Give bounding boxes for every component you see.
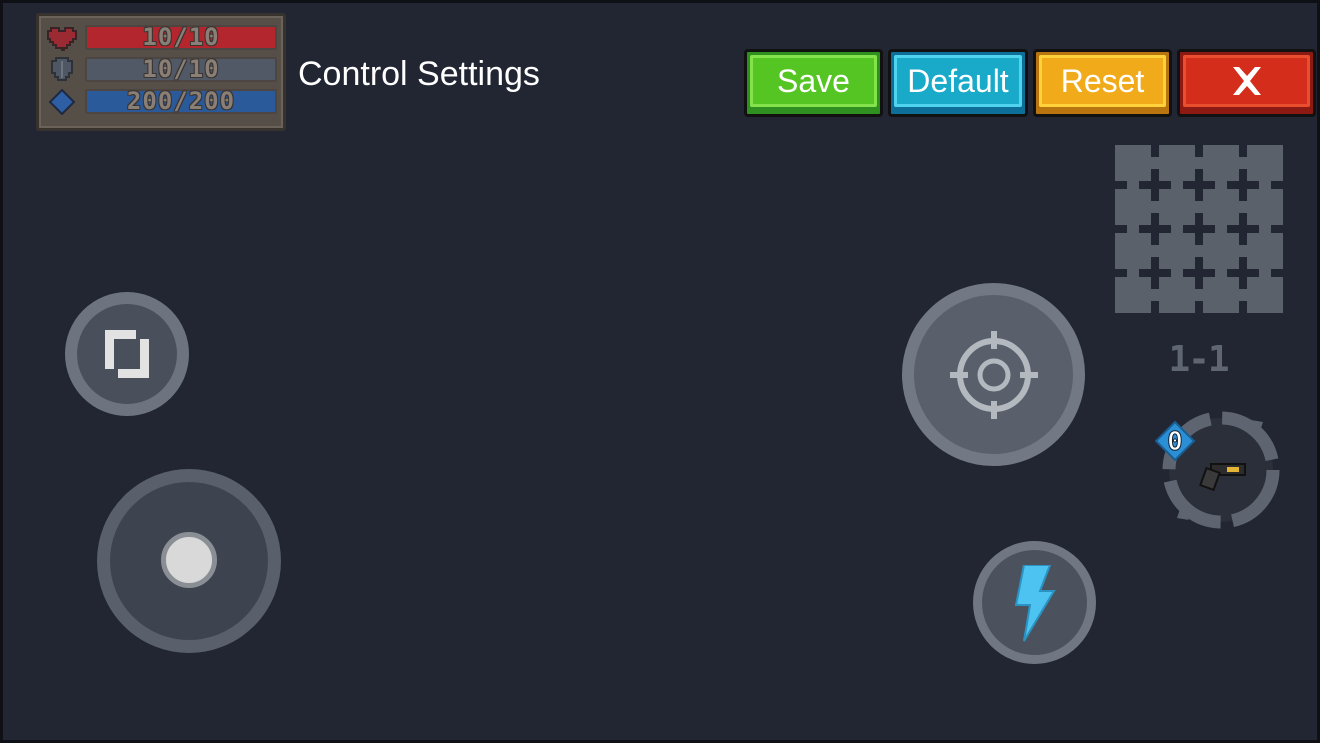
swap-button[interactable]	[65, 292, 189, 416]
armor-bar: 10/10	[85, 57, 277, 82]
skill-button[interactable]	[973, 541, 1096, 664]
minimap[interactable]	[1107, 139, 1291, 323]
health-text: 10/10	[142, 23, 220, 51]
minimap-room	[1247, 145, 1283, 181]
control-settings-screen: 10/10 10/10 200/200 Control Settings Sav…	[0, 0, 1320, 743]
save-button-label: Save	[750, 55, 877, 107]
minimap-corridor	[1239, 289, 1247, 301]
minimap-corridor	[1215, 181, 1227, 189]
close-x-glyph	[1232, 67, 1261, 95]
swap-icon	[105, 330, 149, 378]
player-stats-panel: 10/10 10/10 200/200	[36, 13, 286, 131]
default-button-label: Default	[894, 55, 1022, 107]
armor-row: 10/10	[47, 56, 279, 84]
reset-button[interactable]: Reset	[1033, 49, 1172, 117]
minimap-room	[1203, 277, 1239, 313]
joystick-knob[interactable]	[161, 532, 217, 588]
minimap-corridor	[1195, 201, 1203, 213]
minimap-corridor	[1171, 181, 1183, 189]
energy-text: 200/200	[126, 87, 236, 115]
energy-diamond-icon	[48, 89, 76, 115]
minimap-room	[1159, 233, 1195, 269]
minimap-room	[1203, 189, 1239, 225]
minimap-corridor	[1195, 157, 1203, 169]
minimap-corridor	[1171, 225, 1183, 233]
minimap-corridor	[1195, 289, 1203, 301]
minimap-corridor	[1151, 157, 1159, 169]
minimap-corridor	[1215, 225, 1227, 233]
reset-button-label: Reset	[1039, 55, 1166, 107]
minimap-corridor	[1127, 225, 1139, 233]
minimap-room	[1159, 189, 1195, 225]
minimap-corridor	[1239, 245, 1247, 257]
minimap-room	[1115, 233, 1151, 269]
health-bar: 10/10	[85, 25, 277, 50]
attack-button[interactable]	[902, 283, 1085, 466]
armor-text: 10/10	[142, 55, 220, 83]
minimap-room	[1115, 189, 1151, 225]
minimap-corridor	[1195, 245, 1203, 257]
heart-icon	[47, 27, 77, 51]
minimap-corridor	[1259, 181, 1271, 189]
minimap-room	[1247, 277, 1283, 313]
energy-cost-text: 0	[1167, 427, 1183, 457]
lightning-icon	[1014, 565, 1056, 642]
minimap-corridor	[1127, 181, 1139, 189]
weapon-switch-button[interactable]: 0	[1155, 406, 1285, 536]
close-icon	[1183, 55, 1310, 107]
minimap-room	[1159, 145, 1195, 181]
minimap-room	[1247, 189, 1283, 225]
minimap-corridor	[1239, 157, 1247, 169]
minimap-corridor	[1259, 269, 1271, 277]
save-button[interactable]: Save	[744, 49, 883, 117]
minimap-corridor	[1215, 269, 1227, 277]
default-button[interactable]: Default	[888, 49, 1028, 117]
energy-bar: 200/200	[85, 89, 277, 114]
minimap-corridor	[1151, 245, 1159, 257]
minimap-corridor	[1151, 289, 1159, 301]
minimap-room	[1247, 233, 1283, 269]
close-button[interactable]	[1177, 49, 1316, 117]
level-indicator: 1-1	[1168, 339, 1229, 380]
energy-row: 200/200	[47, 88, 279, 116]
minimap-room	[1203, 145, 1239, 181]
shield-icon	[51, 57, 73, 81]
health-row: 10/10	[47, 24, 279, 52]
minimap-room	[1115, 277, 1151, 313]
crosshair-icon	[950, 331, 1038, 419]
minimap-room	[1159, 277, 1195, 313]
minimap-corridor	[1127, 269, 1139, 277]
minimap-corridor	[1239, 201, 1247, 213]
minimap-corridor	[1259, 225, 1271, 233]
minimap-corridor	[1151, 201, 1159, 213]
minimap-room	[1115, 145, 1151, 181]
minimap-corridor	[1171, 269, 1183, 277]
minimap-room	[1203, 233, 1239, 269]
page-title: Control Settings	[298, 55, 540, 93]
